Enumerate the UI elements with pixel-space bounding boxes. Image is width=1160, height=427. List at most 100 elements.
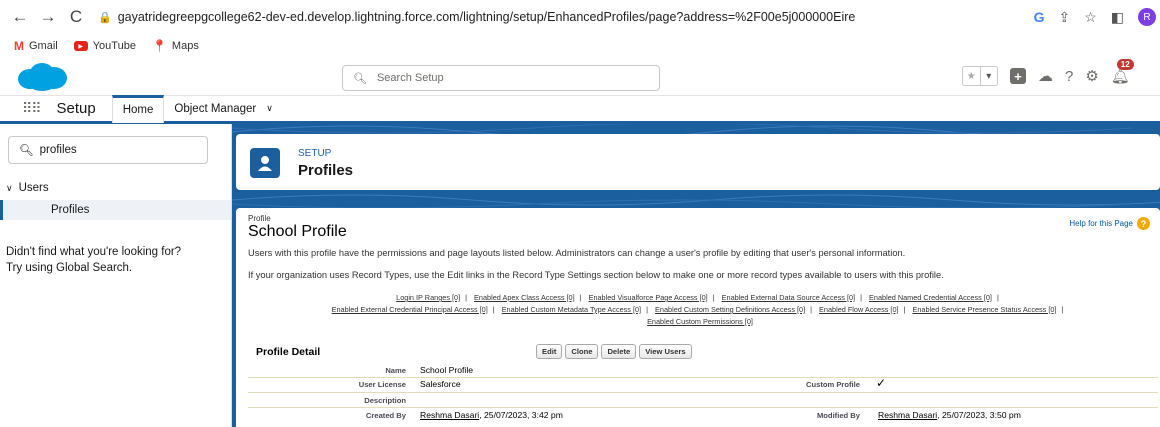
global-header: 🔍︎ Search Setup ★ ▾ + ☁ ? ⚙ 🔔︎ 12 (0, 58, 1160, 96)
view-users-button[interactable]: View Users (639, 344, 692, 359)
global-search-input[interactable]: 🔍︎ Search Setup (342, 65, 660, 91)
modified-by-label: Modified By (816, 411, 860, 420)
favorite-star-icon: ★ (966, 70, 976, 82)
page-header: SETUP Profiles (236, 134, 1160, 190)
address-bar[interactable]: 🔒 gayatridegreepgcollege62-dev-ed.develo… (98, 4, 1138, 30)
youtube-icon: ▶ (73, 41, 88, 51)
section-title: Profile Detail (256, 346, 321, 358)
profile-description-2: If your organization uses Record Types, … (248, 270, 944, 280)
back-icon[interactable]: ← (6, 7, 34, 27)
chevron-down-icon: ∨ (6, 182, 13, 193)
trailhead-icon[interactable]: ☁ (1038, 67, 1053, 85)
profile-user-icon (250, 148, 280, 178)
forward-icon[interactable]: → (34, 7, 62, 27)
link-custom-metadata-type-access[interactable]: Enabled Custom Metadata Type Access [0] (502, 305, 641, 314)
custom-profile-label: Custom Profile (805, 380, 860, 389)
page-eyebrow: SETUP (298, 148, 332, 159)
record-title: School Profile (248, 223, 347, 240)
browser-toolbar-icons: G ⇪ ☆ ◧ R (1034, 4, 1160, 30)
maps-pin-icon: 📍 (151, 39, 167, 53)
edit-button[interactable]: Edit (536, 344, 563, 359)
header-utility-icons: ★ ▾ + ☁ ? ⚙ 🔔︎ 12 (962, 59, 1134, 86)
help-icon[interactable]: ? (1065, 68, 1073, 85)
global-actions-add-icon[interactable]: + (1010, 68, 1026, 84)
lock-icon[interactable]: 🔒 (98, 11, 112, 24)
link-apex-class-access[interactable]: Enabled Apex Class Access [0] (474, 293, 575, 302)
link-custom-permissions[interactable]: Enabled Custom Permissions [0] (647, 317, 753, 326)
bookmark-label: YouTube (92, 40, 136, 52)
sidebar-group-label: Users (18, 182, 49, 194)
created-by-value: Reshma Dasari, 25/07/2023, 3:42 pm (420, 410, 563, 420)
favorites-button[interactable]: ★ ▾ (962, 66, 998, 86)
link-named-credential-access[interactable]: Enabled Named Credential Access [0] (869, 293, 992, 302)
bookmark-star-icon[interactable]: ☆ (1084, 9, 1097, 26)
app-name: Setup (56, 100, 96, 117)
help-question-icon: ? (1137, 217, 1150, 230)
delete-button[interactable]: Delete (601, 344, 637, 359)
salesforce-cloud-logo[interactable] (16, 62, 68, 92)
page-title: Profiles (298, 162, 354, 179)
tab-home[interactable]: Home (111, 94, 165, 123)
sidebar-item-label: Profiles (51, 204, 90, 216)
user-license-value: Salesforce (420, 379, 461, 389)
search-icon: 🔍︎ (19, 145, 34, 157)
tab-label: Home (122, 104, 154, 116)
help-line-2: Try using Global Search. (6, 262, 133, 274)
name-value: School Profile (420, 365, 474, 375)
chevron-down-icon[interactable]: ∨ (266, 103, 273, 114)
link-external-data-source-access[interactable]: Enabled External Data Source Access [0] (722, 293, 855, 302)
url-text: gayatridegreepgcollege62-dev-ed.develop.… (117, 10, 856, 24)
link-login-ip-ranges[interactable]: Login IP Ranges [0] (396, 293, 460, 302)
chevron-down-icon: ▾ (979, 67, 998, 85)
search-icon: 🔍︎ (353, 72, 367, 85)
created-by-date: , 25/07/2023, 3:42 pm (479, 410, 563, 420)
record-type-label: Profile (248, 214, 271, 223)
sidebar-item-profiles[interactable]: Profiles (0, 200, 231, 220)
search-placeholder: Search Setup (376, 72, 444, 84)
links-row-2: Enabled External Credential Principal Ac… (331, 305, 1064, 314)
sidebar-help-text: Didn't find what you're looking for? Try… (6, 244, 226, 276)
context-bar: ⠿⠿ Setup Home Object Manager ∨ (0, 94, 1160, 124)
user-license-label: User License (358, 380, 406, 389)
modified-by-value: Reshma Dasari, 25/07/2023, 3:50 pm (878, 410, 1021, 420)
profile-detail-panel: Profile School Profile Help for this Pag… (236, 208, 1160, 427)
profile-description-1: Users with this profile have the permiss… (248, 248, 906, 258)
notification-badge: 12 (1116, 59, 1134, 70)
link-flow-access[interactable]: Enabled Flow Access [0] (819, 305, 899, 314)
link-external-credential-principal-access[interactable]: Enabled External Credential Principal Ac… (332, 305, 488, 314)
google-icon[interactable]: G (1034, 9, 1045, 25)
bookmark-label: Maps (171, 40, 199, 52)
bookmark-youtube[interactable]: ▶ YouTube (73, 40, 136, 52)
row-divider (248, 407, 1158, 408)
main-content: SETUP Profiles Profile School Profile He… (232, 124, 1160, 427)
help-link-label: Help for this Page (1069, 219, 1133, 228)
reload-icon[interactable]: C (62, 7, 90, 27)
links-row-1: Login IP Ranges [0] | Enabled Apex Class … (396, 293, 999, 302)
bookmark-label: Gmail (29, 40, 58, 52)
link-custom-setting-definitions-access[interactable]: Enabled Custom Setting Definitions Acces… (655, 305, 805, 314)
related-list-links: Login IP Ranges [0] | Enabled Apex Class … (240, 292, 1160, 328)
tab-object-manager[interactable]: Object Manager ∨ (164, 95, 282, 123)
created-by-label: Created By (365, 411, 406, 420)
sidebar-group-users[interactable]: ∨ Users (6, 182, 49, 194)
quick-find-input[interactable]: 🔍︎ profiles (8, 136, 208, 164)
description-label: Description (364, 396, 406, 405)
created-by-user-link[interactable]: Reshma Dasari (420, 410, 479, 420)
share-icon[interactable]: ⇪ (1058, 9, 1070, 26)
link-visualforce-page-access[interactable]: Enabled Visualforce Page Access [0] (589, 293, 708, 302)
profile-avatar[interactable]: R (1138, 8, 1156, 26)
app-launcher-icon[interactable]: ⠿⠿ (22, 100, 41, 117)
bookmark-gmail[interactable]: M Gmail (14, 39, 58, 53)
sidebar-panel-icon[interactable]: ◧ (1111, 9, 1124, 26)
browser-chrome: ← → C 🔒 gayatridegreepgcollege62-dev-ed.… (0, 0, 1160, 58)
gear-icon[interactable]: ⚙ (1085, 67, 1098, 85)
custom-profile-checkmark-icon: ✓ (876, 376, 887, 390)
link-service-presence-status-access[interactable]: Enabled Service Presence Status Access [… (912, 305, 1056, 314)
bookmark-maps[interactable]: 📍 Maps (152, 39, 199, 53)
help-for-this-page-link[interactable]: Help for this Page ? (1069, 217, 1150, 230)
modified-by-user-link[interactable]: Reshma Dasari (878, 410, 937, 420)
bookmarks-bar: M Gmail ▶ YouTube 📍 Maps (0, 34, 1160, 58)
clone-button[interactable]: Clone (565, 344, 599, 359)
notifications-bell-icon[interactable]: 🔔︎ 12 (1111, 59, 1134, 85)
setup-sidebar: 🔍︎ profiles ∨ Users Profiles Didn't find… (0, 124, 232, 427)
